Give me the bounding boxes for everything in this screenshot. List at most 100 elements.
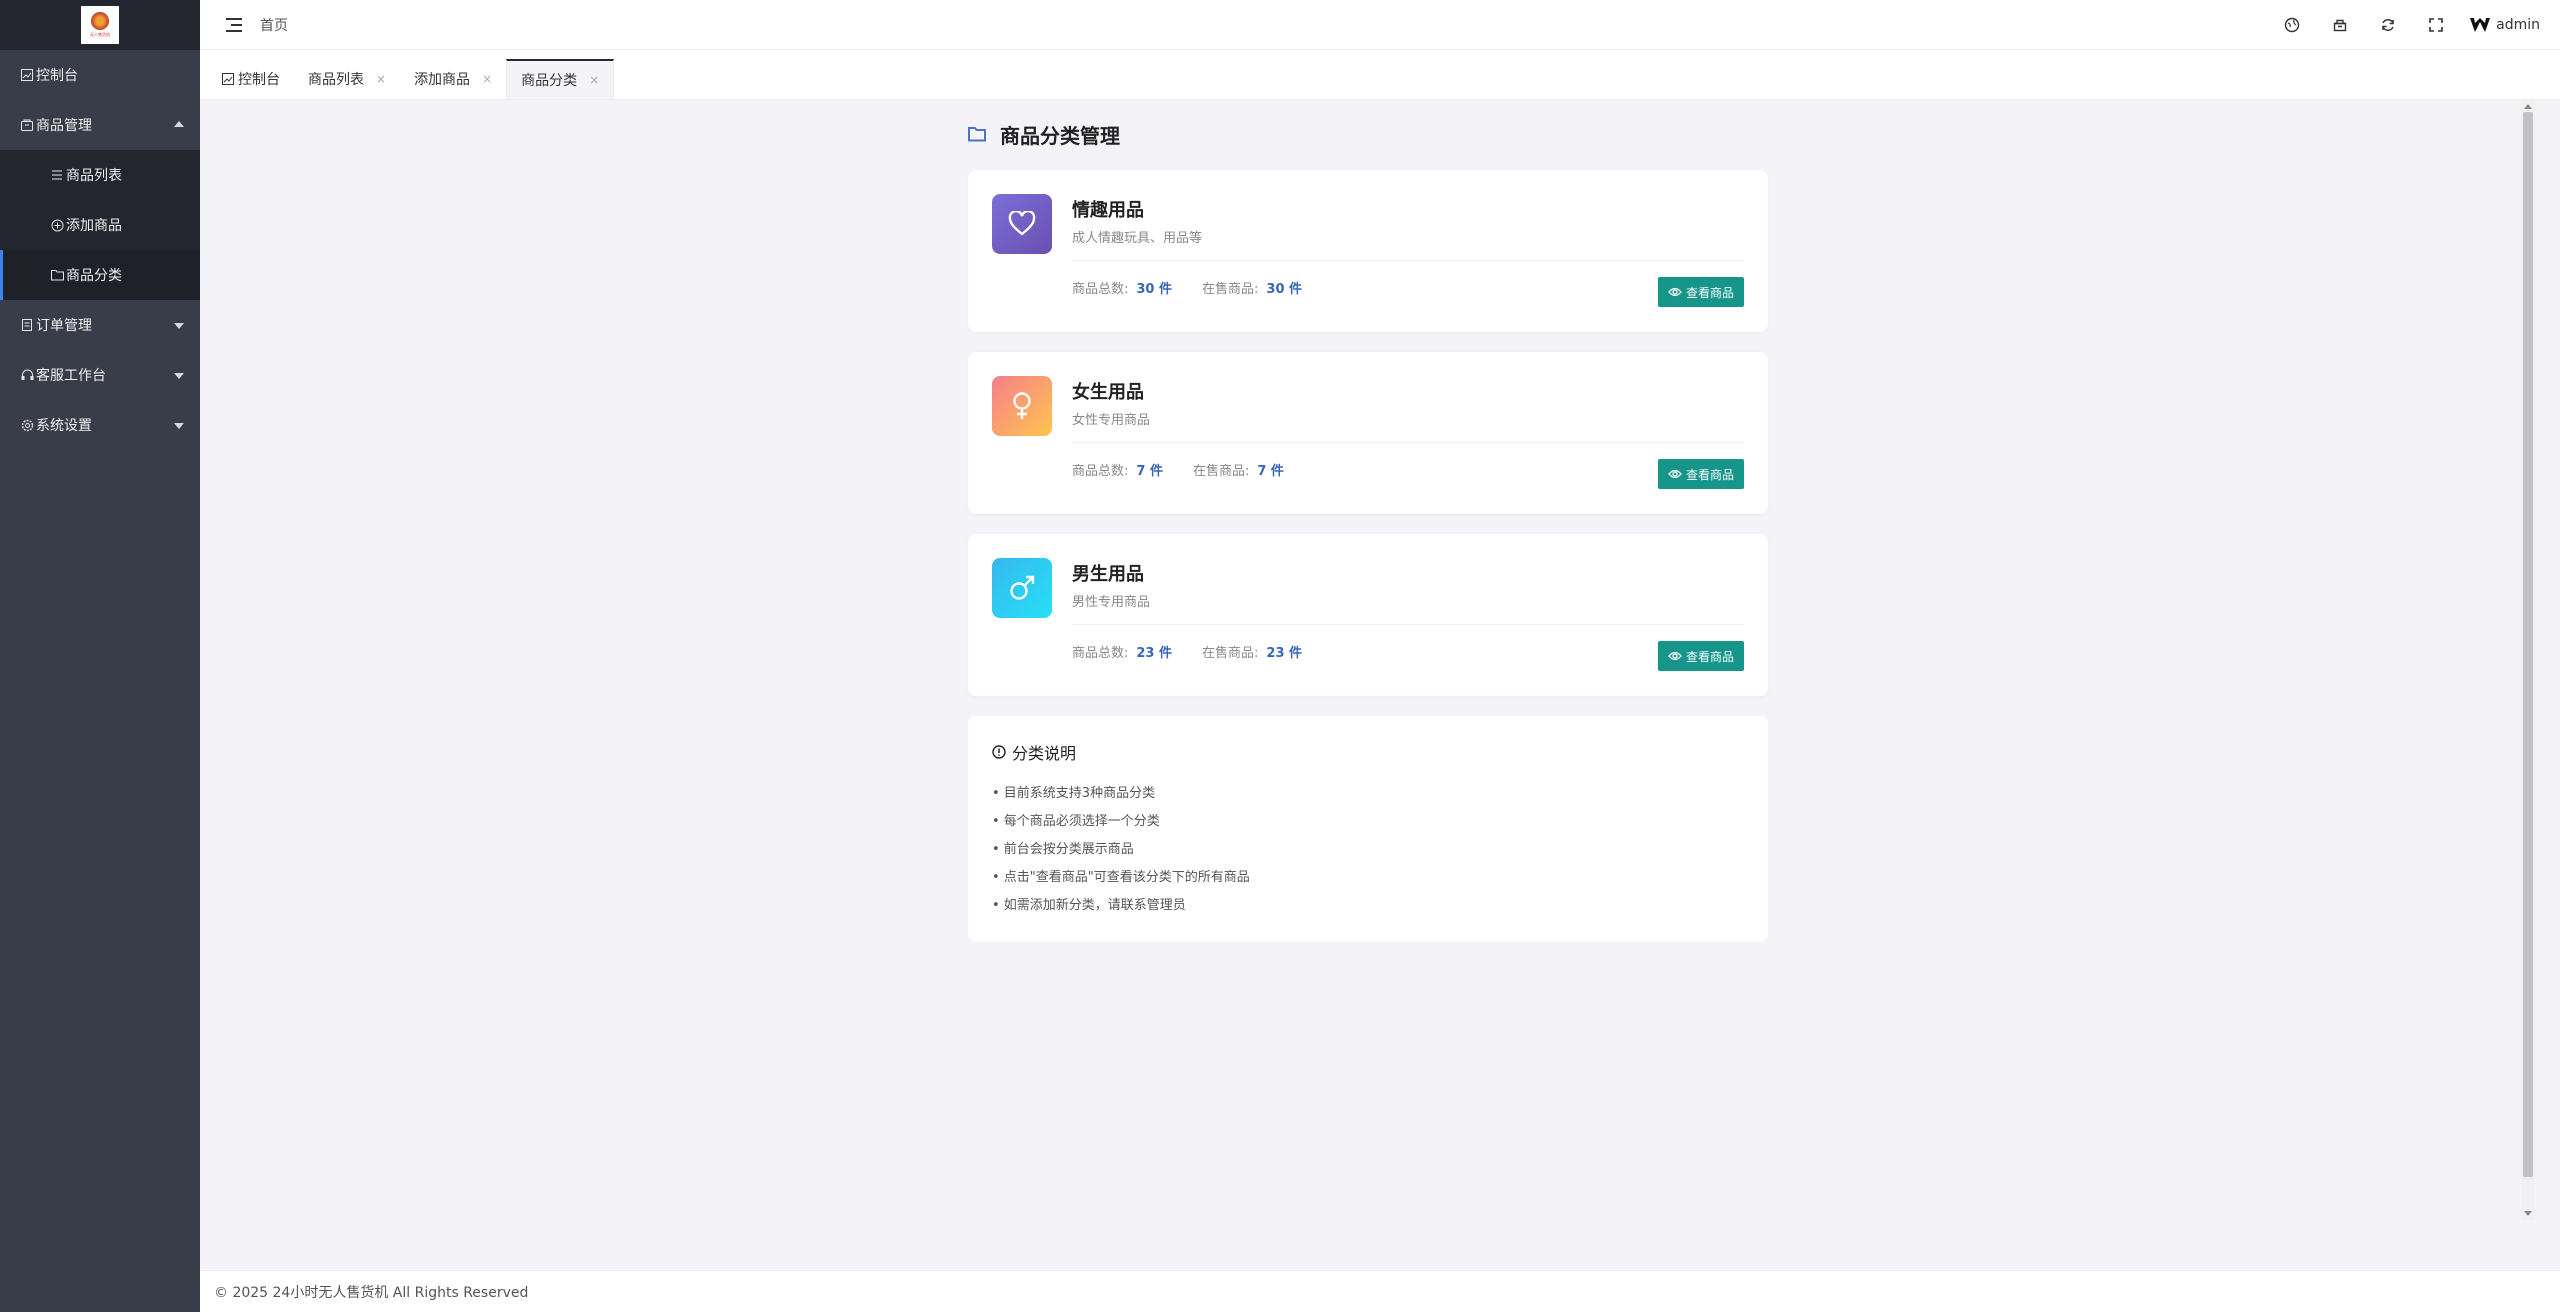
tab-product-category[interactable]: 商品分类 ×	[506, 59, 615, 99]
onsale-label: 在售商品:	[1202, 646, 1259, 661]
dashboard-icon	[20, 68, 34, 82]
copyright-text: © 2025 24小时无人售货机 All Rights Reserved	[214, 1284, 529, 1301]
view-products-button[interactable]: 查看商品	[1657, 277, 1744, 307]
scroll-up-icon[interactable]	[2524, 104, 2532, 109]
refresh-icon[interactable]	[2364, 0, 2412, 50]
header-actions: admin	[2268, 0, 2540, 50]
sidebar-item-label: 添加商品	[66, 218, 122, 234]
logo-mark-icon	[91, 12, 109, 30]
product-submenu: 商品列表 添加商品 商品分类	[0, 150, 200, 300]
scroll-thumb[interactable]	[2523, 112, 2533, 1177]
page-tabs: 控制台 商品列表 × 添加商品 × 商品分类 ×	[200, 50, 2560, 100]
dashboard-icon	[222, 73, 234, 85]
close-icon[interactable]: ×	[589, 73, 599, 87]
heart-icon	[992, 194, 1052, 254]
list-icon	[50, 168, 64, 182]
button-label: 查看商品	[1685, 467, 1734, 482]
view-products-button[interactable]: 查看商品	[1657, 641, 1744, 671]
category-card: 情趣用品 成人情趣玩具、用品等 商品总数: 30 件 在售商品: 30 件 查看…	[968, 170, 1768, 332]
divider	[1072, 624, 1744, 625]
globe-icon[interactable]	[2268, 0, 2316, 50]
list-item: • 目前系统支持3种商品分类	[992, 786, 1156, 801]
sidebar-item-system-settings[interactable]: 系统设置	[0, 400, 200, 450]
user-menu[interactable]: admin	[2470, 17, 2540, 33]
tab-product-list[interactable]: 商品列表 ×	[294, 59, 400, 99]
category-desc: 男性专用商品	[1072, 595, 1151, 610]
category-info-card: 分类说明 • 目前系统支持3种商品分类 • 每个商品必须选择一个分类 • 前台会…	[968, 716, 1768, 942]
category-page: 商品分类管理 情趣用品 成人情趣玩具、用品等 商品总数: 30 件 在售商品: …	[968, 118, 1768, 942]
tab-add-product[interactable]: 添加商品 ×	[400, 59, 506, 99]
sidebar-item-label: 系统设置	[36, 418, 92, 434]
menu-toggle-icon[interactable]	[226, 17, 242, 32]
view-products-button[interactable]: 查看商品	[1657, 459, 1744, 489]
page-title-text: 商品分类管理	[1000, 123, 1120, 148]
sidebar-item-order-management[interactable]: 订单管理	[0, 300, 200, 350]
clear-cache-icon[interactable]	[2316, 0, 2364, 50]
tab-label: 添加商品	[414, 72, 471, 88]
folder-icon	[968, 127, 986, 142]
sidebar-item-product-list[interactable]: 商品列表	[0, 150, 200, 200]
sidebar-item-add-product[interactable]: 添加商品	[0, 200, 200, 250]
category-name: 女生用品	[1072, 382, 1144, 403]
category-name: 情趣用品	[1072, 200, 1144, 221]
logo-area: 无人售货机	[0, 0, 200, 50]
category-card: 女生用品 女性专用商品 商品总数: 7 件 在售商品: 7 件 查看商品	[968, 352, 1768, 514]
sidebar-item-label: 控制台	[36, 68, 78, 84]
button-label: 查看商品	[1685, 285, 1734, 300]
sidebar-item-label: 商品管理	[36, 118, 92, 134]
list-item: • 每个商品必须选择一个分类	[992, 814, 1160, 829]
category-card: 男生用品 男性专用商品 商品总数: 23 件 在售商品: 23 件 查看商品	[968, 534, 1768, 696]
total-label: 商品总数:	[1072, 282, 1129, 297]
onsale-value: 30 件	[1266, 282, 1303, 297]
sidebar-item-product-management[interactable]: 商品管理	[0, 100, 200, 150]
logo[interactable]: 无人售货机	[81, 6, 119, 44]
list-item: • 点击"查看商品"可查看该分类下的所有商品	[992, 870, 1250, 885]
caret-down-icon	[174, 373, 184, 379]
total-value: 30 件	[1136, 282, 1173, 297]
eye-icon	[1668, 651, 1682, 661]
divider	[1072, 260, 1744, 261]
receipt-icon	[20, 318, 34, 332]
tab-label: 商品分类	[521, 73, 578, 89]
onsale-label: 在售商品:	[1202, 282, 1259, 297]
caret-up-icon	[174, 121, 184, 127]
main-content: 商品分类管理 情趣用品 成人情趣玩具、用品等 商品总数: 30 件 在售商品: …	[210, 100, 2535, 1220]
sidebar-item-customer-service[interactable]: 客服工作台	[0, 350, 200, 400]
sidebar-item-label: 商品列表	[66, 168, 122, 184]
fullscreen-icon[interactable]	[2412, 0, 2460, 50]
category-stats: 商品总数: 30 件 在售商品: 30 件	[1072, 278, 1332, 297]
list-item: • 前台会按分类展示商品	[992, 842, 1134, 857]
list-item: • 如需添加新分类，请联系管理员	[992, 898, 1186, 913]
home-link[interactable]: 首页	[260, 15, 288, 35]
info-title: 分类说明	[992, 740, 1744, 764]
tab-label: 商品列表	[308, 72, 364, 88]
eye-icon	[1668, 469, 1682, 479]
close-icon[interactable]: ×	[376, 72, 386, 86]
category-desc: 成人情趣玩具、用品等	[1072, 231, 1203, 246]
footer: © 2025 24小时无人售货机 All Rights Reserved	[200, 1270, 2560, 1312]
sidebar-item-label: 客服工作台	[36, 368, 106, 384]
sidebar-item-product-category[interactable]: 商品分类	[0, 250, 200, 300]
scroll-down-icon[interactable]	[2524, 1211, 2532, 1216]
male-symbol-icon	[992, 558, 1052, 618]
onsale-value: 7 件	[1257, 464, 1284, 479]
total-value: 23 件	[1136, 646, 1173, 661]
caret-down-icon	[174, 423, 184, 429]
female-symbol-icon	[992, 376, 1052, 436]
eye-icon	[1668, 287, 1682, 297]
user-avatar-icon	[2470, 18, 2491, 32]
total-label: 商品总数:	[1072, 464, 1129, 479]
box-icon	[20, 118, 34, 132]
logo-text: 无人售货机	[90, 32, 110, 37]
top-header: 首页 admin	[200, 0, 2560, 50]
close-icon[interactable]: ×	[482, 72, 492, 86]
total-label: 商品总数:	[1072, 646, 1129, 661]
sidebar-item-dashboard[interactable]: 控制台	[0, 50, 200, 100]
headset-icon	[20, 368, 34, 382]
divider	[1072, 442, 1744, 443]
onsale-label: 在售商品:	[1192, 464, 1250, 479]
category-name: 男生用品	[1072, 564, 1144, 585]
vertical-scrollbar[interactable]	[2521, 100, 2535, 1220]
tab-dashboard[interactable]: 控制台	[208, 59, 294, 99]
sidebar-item-label: 商品分类	[66, 268, 122, 284]
